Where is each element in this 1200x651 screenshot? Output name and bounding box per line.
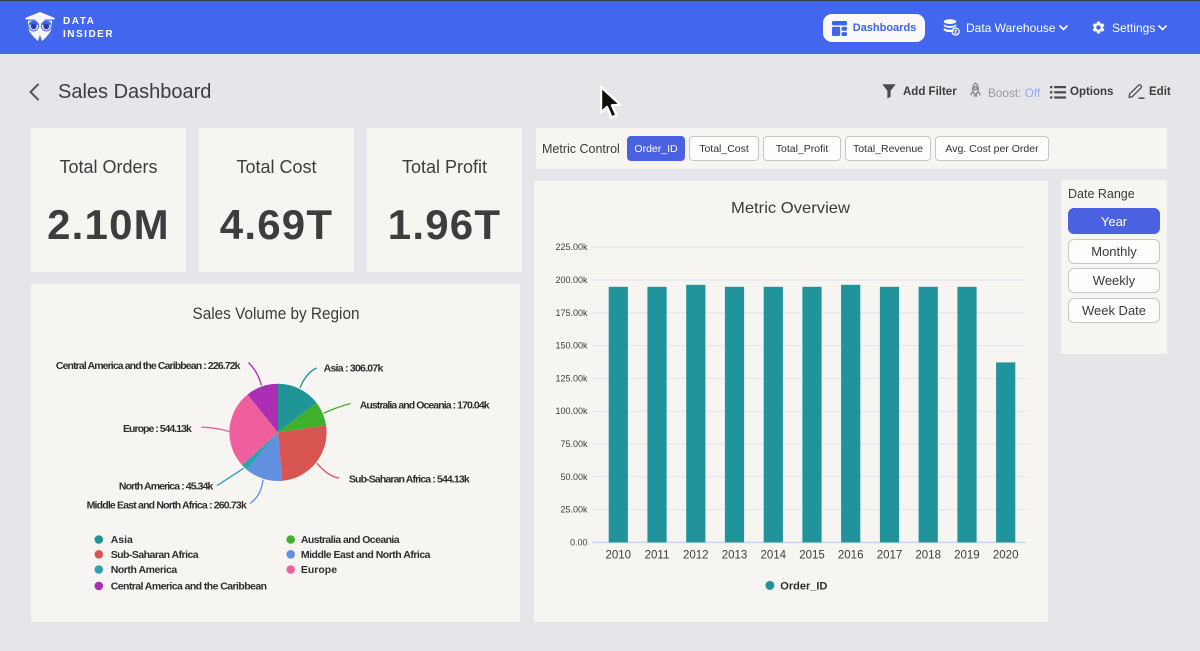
svg-text:Sales Volume by Region: Sales Volume by Region bbox=[193, 304, 360, 323]
svg-text:2011: 2011 bbox=[645, 550, 670, 562]
svg-text:Europe : 544.13k: Europe : 544.13k bbox=[123, 423, 192, 435]
svg-text:175.00k: 175.00k bbox=[555, 308, 588, 318]
svg-text:Australia and Oceania: Australia and Oceania bbox=[301, 534, 400, 546]
svg-text:50.00k: 50.00k bbox=[560, 472, 588, 482]
svg-text:200.00k: 200.00k bbox=[555, 275, 588, 285]
svg-text:Asia : 306.07k: Asia : 306.07k bbox=[324, 363, 384, 375]
svg-text:Central America and the Caribb: Central America and the Caribbean bbox=[111, 581, 267, 593]
svg-text:100.00k: 100.00k bbox=[555, 406, 588, 416]
svg-text:225.00k: 225.00k bbox=[555, 242, 588, 252]
svg-text:2019: 2019 bbox=[954, 550, 980, 562]
svg-text:Middle East and North Africa: Middle East and North Africa bbox=[301, 549, 431, 561]
svg-text:Order_ID: Order_ID bbox=[780, 580, 827, 592]
svg-text:2012: 2012 bbox=[683, 550, 709, 562]
svg-text:2014: 2014 bbox=[761, 550, 787, 562]
svg-text:125.00k: 125.00k bbox=[555, 373, 588, 383]
svg-text:2017: 2017 bbox=[877, 550, 903, 562]
svg-text:2016: 2016 bbox=[838, 550, 864, 562]
svg-text:2010: 2010 bbox=[606, 550, 632, 562]
svg-text:Central America and the Caribb: Central America and the Caribbean : 226.… bbox=[56, 360, 241, 372]
svg-text:North America: North America bbox=[111, 564, 178, 576]
svg-text:North America : 45.34k: North America : 45.34k bbox=[119, 481, 214, 493]
svg-text:Middle East and North Africa :: Middle East and North Africa : 260.73k bbox=[87, 499, 247, 511]
svg-text:2020: 2020 bbox=[993, 550, 1019, 562]
svg-text:0.00: 0.00 bbox=[570, 537, 588, 547]
svg-text:25.00k: 25.00k bbox=[560, 505, 588, 515]
svg-text:Asia: Asia bbox=[111, 534, 133, 546]
svg-text:Australia and Oceania : 170.04: Australia and Oceania : 170.04k bbox=[360, 399, 490, 411]
svg-text:Metric Overview: Metric Overview bbox=[731, 200, 850, 217]
svg-text:2013: 2013 bbox=[722, 550, 748, 562]
svg-text:Sub-Saharan Africa : 544.13k: Sub-Saharan Africa : 544.13k bbox=[349, 474, 470, 486]
svg-text:75.00k: 75.00k bbox=[560, 439, 588, 449]
svg-text:2018: 2018 bbox=[915, 550, 941, 562]
svg-text:150.00k: 150.00k bbox=[555, 341, 588, 351]
svg-text:Sub-Saharan Africa: Sub-Saharan Africa bbox=[111, 549, 199, 561]
svg-text:Europe: Europe bbox=[301, 564, 337, 576]
svg-text:2015: 2015 bbox=[799, 550, 825, 562]
